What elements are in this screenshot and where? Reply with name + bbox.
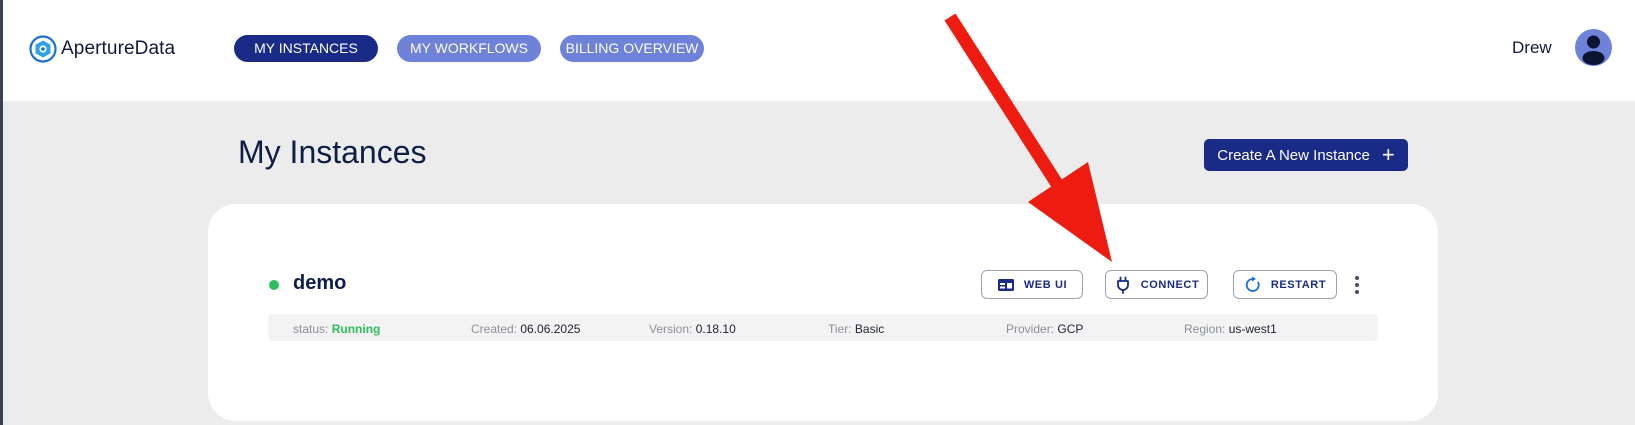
kebab-menu-icon[interactable] <box>1352 274 1362 296</box>
web-ui-button[interactable]: WEB UI <box>981 270 1083 299</box>
detail-tier-value: Basic <box>854 322 885 336</box>
aperture-logo-icon <box>29 35 57 63</box>
create-instance-button[interactable]: Create A New Instance + <box>1204 139 1408 171</box>
logo-text: ApertureData <box>61 38 176 59</box>
person-silhouette-icon <box>1582 35 1605 65</box>
detail-region-value: us-west1 <box>1228 322 1277 336</box>
detail-status-value: Running <box>331 322 381 336</box>
page-title: My Instances <box>238 134 427 170</box>
app-logo[interactable]: ApertureData <box>29 34 175 64</box>
detail-created-value: 06.06.2025 <box>520 322 581 336</box>
detail-tier-label: Tier: <box>828 322 852 336</box>
connect-button[interactable]: CONNECT <box>1105 270 1208 299</box>
detail-provider-label: Provider: <box>1006 322 1055 336</box>
user-name[interactable]: Drew <box>1512 38 1552 58</box>
tab-my-workflows[interactable]: MY WORKFLOWS <box>397 35 541 62</box>
tab-billing-overview[interactable]: BILLING OVERVIEW <box>560 35 704 62</box>
instance-card <box>208 204 1438 421</box>
instance-name[interactable]: demo <box>293 272 346 295</box>
detail-status-label: status: <box>293 322 329 336</box>
user-avatar-icon[interactable] <box>1575 29 1612 66</box>
detail-created-label: Created: <box>471 322 518 336</box>
web-ui-label: WEB UI <box>1023 278 1068 291</box>
plug-icon <box>1116 276 1129 294</box>
detail-region: Region: us-west1 <box>1184 322 1277 336</box>
detail-status: status: Running <box>293 322 380 336</box>
connect-label: CONNECT <box>1140 278 1200 291</box>
detail-provider-value: GCP <box>1057 322 1084 336</box>
restart-label: RESTART <box>1270 278 1327 291</box>
browser-window-icon <box>997 278 1014 291</box>
top-navigation-bar: ApertureData MY INSTANCES MY WORKFLOWS B… <box>3 0 1635 101</box>
detail-version-label: Version: <box>649 322 693 336</box>
detail-version-value: 0.18.10 <box>695 322 736 336</box>
create-instance-label: Create A New Instance <box>1217 146 1370 164</box>
detail-version: Version: 0.18.10 <box>649 322 736 336</box>
tab-my-instances[interactable]: MY INSTANCES <box>234 35 378 62</box>
detail-provider: Provider: GCP <box>1006 322 1083 336</box>
restart-button[interactable]: RESTART <box>1233 270 1337 299</box>
plus-icon: + <box>1381 142 1395 167</box>
detail-region-label: Region: <box>1184 322 1226 336</box>
detail-tier: Tier: Basic <box>828 322 884 336</box>
detail-created: Created: 06.06.2025 <box>471 322 580 336</box>
refresh-icon <box>1245 276 1260 292</box>
status-indicator-dot <box>269 280 279 290</box>
